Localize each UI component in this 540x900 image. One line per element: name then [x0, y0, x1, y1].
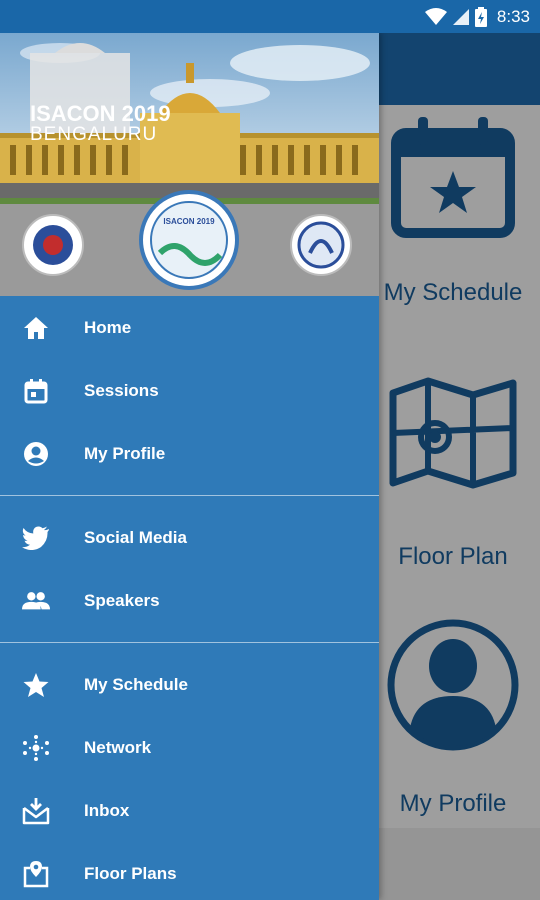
menu-item-speakers[interactable]: Speakers — [0, 573, 379, 629]
status-time: 8:33 — [496, 6, 530, 26]
menu-item-my-schedule[interactable]: My Schedule — [0, 657, 379, 713]
menu-item-my-profile[interactable]: My Profile — [0, 426, 379, 482]
menu-label: My Profile — [84, 444, 166, 463]
star-icon — [22, 671, 50, 699]
menu-label: Speakers — [84, 591, 160, 610]
menu-label: Floor Plans — [84, 864, 177, 883]
menu-label: Network — [84, 738, 152, 757]
banner-line2: BENGALURU — [30, 124, 158, 145]
navigation-drawer: ISACON 2019 BENGALURU ISACON 2019 Home S… — [0, 33, 379, 900]
banner-title: ISACON 2019 BENGALURU — [30, 101, 171, 145]
network-icon — [22, 734, 50, 762]
badge-text: ISACON 2019 — [163, 217, 215, 226]
banner-line1: ISACON 2019 — [30, 101, 171, 126]
menu-item-inbox[interactable]: Inbox — [0, 783, 379, 839]
twitter-icon — [22, 524, 50, 552]
menu-divider — [0, 495, 379, 496]
menu-label: Social Media — [84, 528, 187, 547]
menu-divider — [0, 642, 379, 643]
menu-item-sessions[interactable]: Sessions — [0, 363, 379, 419]
inbox-icon — [22, 797, 50, 825]
battery-icon — [474, 6, 487, 27]
floor-plan-pin-icon — [22, 860, 50, 888]
menu-label: Home — [84, 318, 132, 337]
status-icons: 8:33 — [424, 0, 530, 33]
menu-item-social-media[interactable]: Social Media — [0, 510, 379, 566]
drawer-header-image: ISACON 2019 BENGALURU ISACON 2019 — [0, 33, 379, 296]
banner-image — [0, 33, 379, 296]
calendar-icon — [22, 377, 50, 405]
menu-label: Inbox — [84, 801, 130, 820]
account-circle-icon — [22, 440, 50, 468]
cell-signal-icon — [452, 8, 469, 25]
menu-item-floor-plans[interactable]: Floor Plans — [0, 846, 379, 900]
menu-label: My Schedule — [84, 675, 188, 694]
wifi-icon — [424, 7, 447, 25]
menu-label: Sessions — [84, 381, 159, 400]
status-bar: 8:33 — [0, 0, 540, 33]
people-icon — [22, 587, 50, 615]
menu-item-home[interactable]: Home — [0, 300, 379, 356]
menu-item-network[interactable]: Network — [0, 720, 379, 776]
home-icon — [22, 314, 50, 342]
